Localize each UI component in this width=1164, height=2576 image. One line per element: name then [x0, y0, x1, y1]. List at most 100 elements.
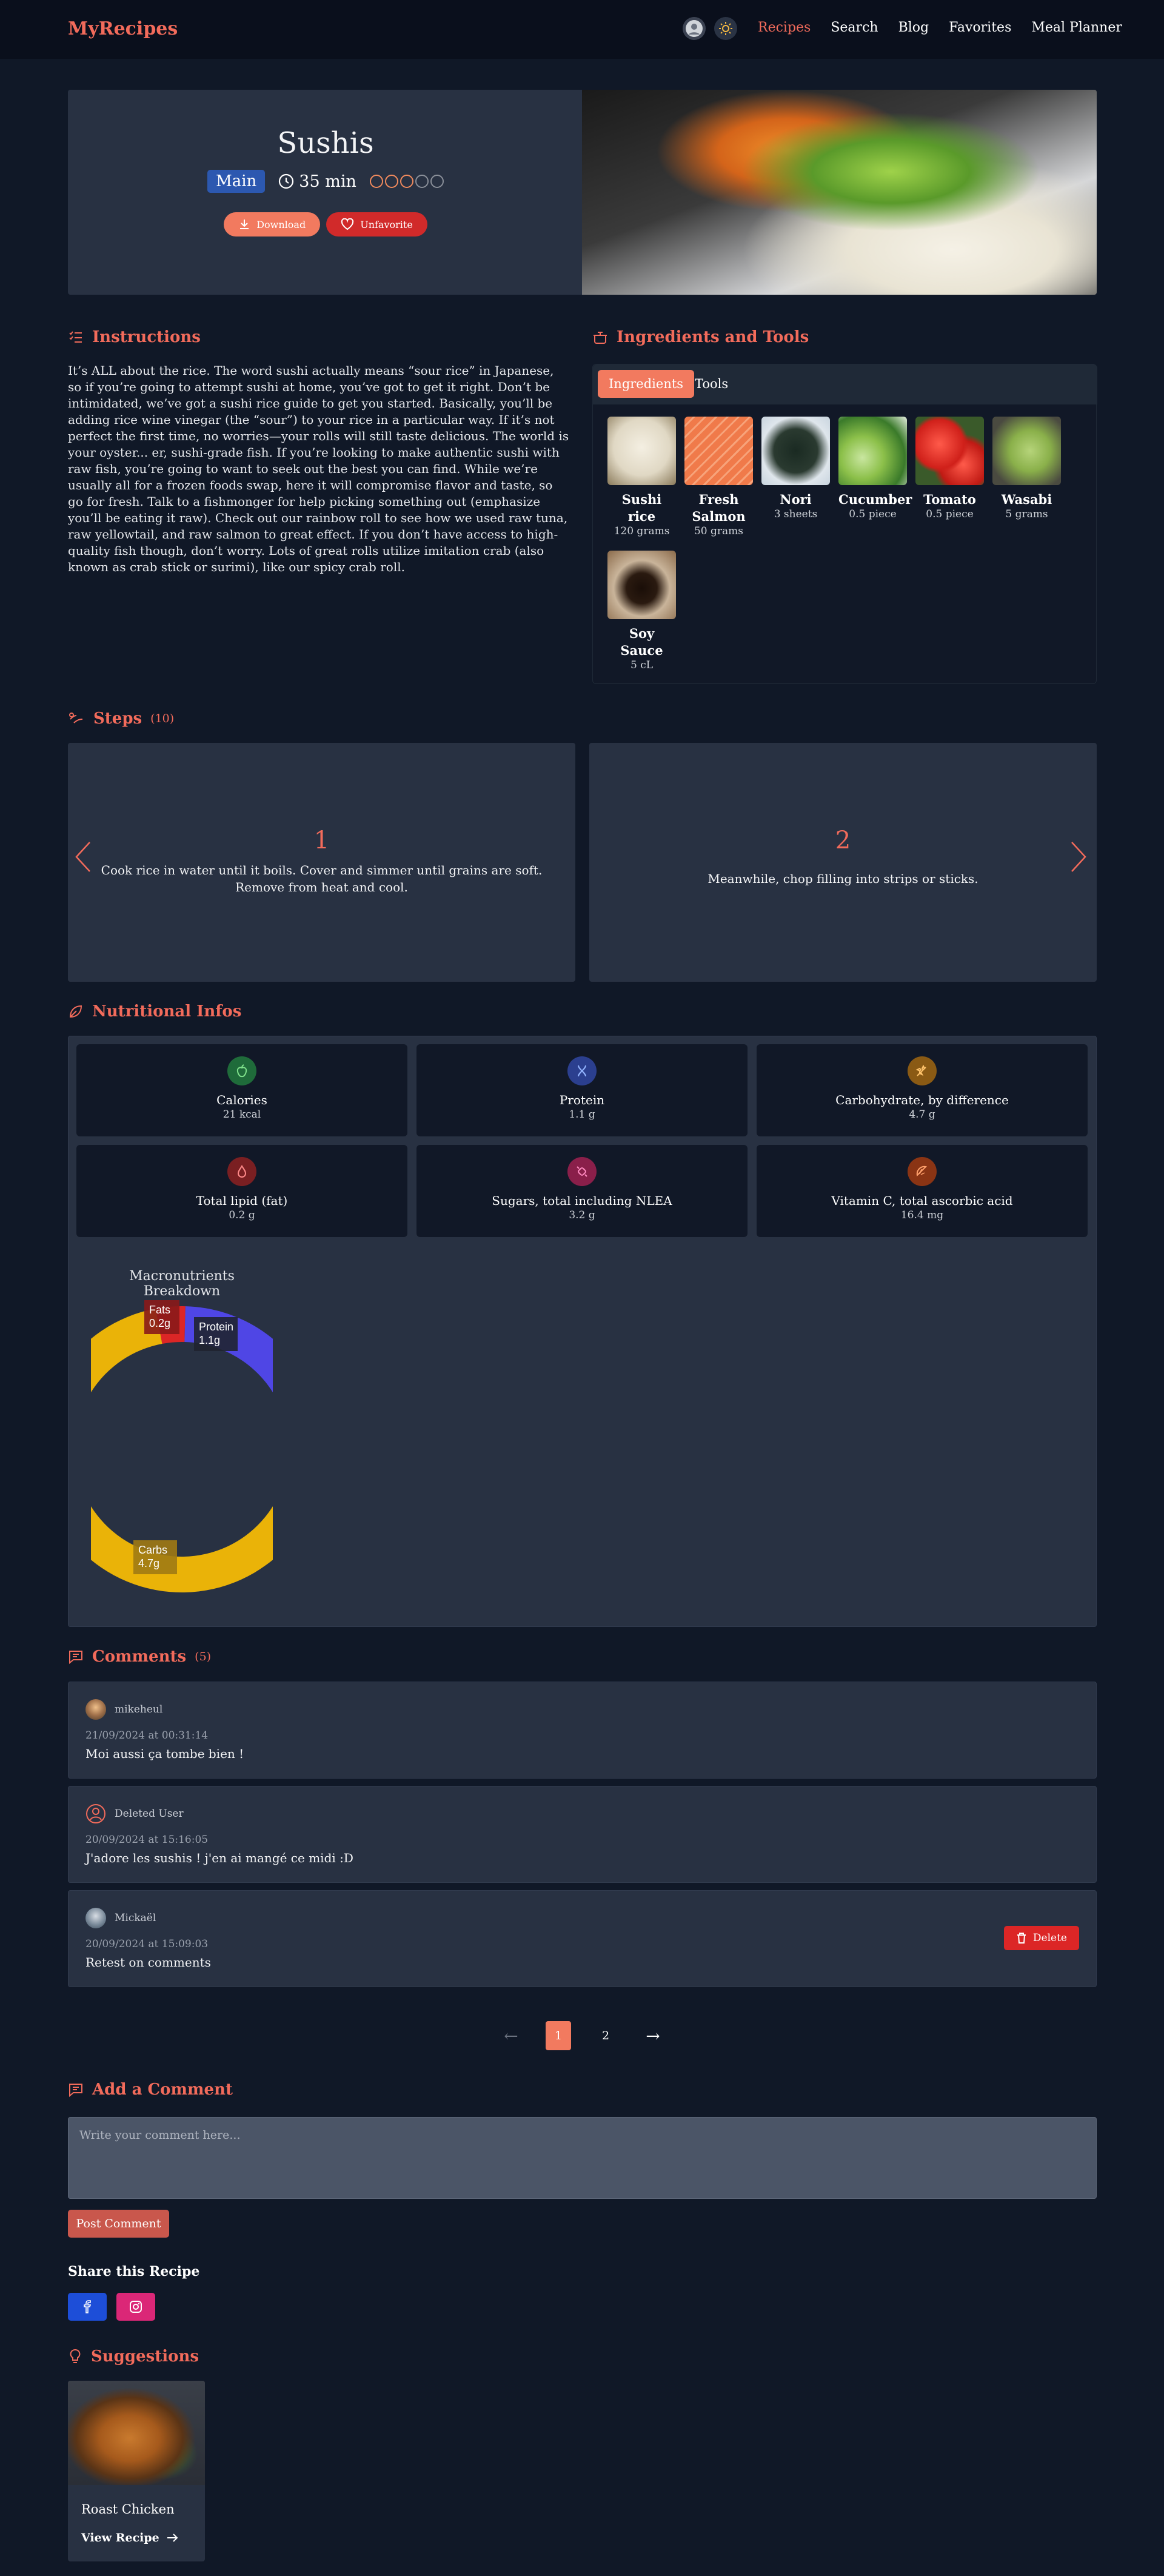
comment-text: Moi aussi ça tombe bien !: [85, 1746, 244, 1761]
lightbulb-icon: [70, 2349, 81, 2363]
comment-card: Mickaël 20/09/2024 at 15:09:03 Retest on…: [68, 1890, 1097, 1987]
nutrient-value: 16.4 mg: [900, 1209, 944, 1221]
carousel-next-button[interactable]: [1069, 840, 1088, 882]
ingredient-item: Fresh Salmon 50 grams: [684, 417, 753, 537]
difficulty-chef-hat-icon: [384, 175, 398, 188]
site-logo[interactable]: MyRecipes: [68, 18, 178, 39]
nutrient-card-sugars: Sugars, total including NLEA 3.2 g: [416, 1145, 748, 1237]
suggestion-image: [68, 2381, 205, 2485]
ingredient-item: Wasabi 5 grams: [992, 417, 1061, 537]
difficulty-chef-hat-icon: [430, 175, 444, 188]
ingredient-qty: 120 grams: [614, 525, 670, 537]
delete-label: Delete: [1032, 1932, 1067, 1944]
nav-link-blog[interactable]: Blog: [898, 20, 929, 35]
comment-date: 20/09/2024 at 15:16:05: [85, 1834, 209, 1846]
add-comment-heading-text: Add a Comment: [92, 2081, 233, 2099]
ingredient-name: Wasabi: [1001, 492, 1052, 507]
post-comment-button[interactable]: Post Comment: [68, 2210, 169, 2238]
apple-icon: [227, 1056, 256, 1085]
donut-data-label: Carbs: [138, 1544, 167, 1556]
tab-tools[interactable]: Tools: [684, 370, 739, 398]
comment-icon: [69, 1651, 82, 1665]
ingredients-tabs: Ingredients Tools: [593, 364, 1097, 404]
pagination-prev-button[interactable]: ←: [498, 2021, 524, 2050]
instagram-icon: [130, 2301, 142, 2313]
comment-icon: [69, 2084, 82, 2098]
nutrient-card-carbs: Carbohydrate, by difference 4.7 g: [757, 1044, 1088, 1136]
ingredient-item: Sushi rice 120 grams: [607, 417, 676, 537]
nav-link-search[interactable]: Search: [831, 20, 878, 35]
download-label: Download: [256, 218, 306, 230]
pagination-page-button[interactable]: 2: [593, 2021, 618, 2050]
comment-text: J'adore les sushis ! j'en ai mangé ce mi…: [85, 1851, 353, 1865]
ingredient-image: [684, 417, 753, 485]
deleted-user-icon: [86, 1804, 105, 1823]
facebook-icon: [84, 2300, 92, 2313]
nutrient-value: 3.2 g: [569, 1209, 595, 1221]
step-card: 1 Cook rice in water until it boils. Cov…: [68, 743, 575, 982]
nutrient-card-vitamin-c: Vitamin C, total ascorbic acid 16.4 mg: [757, 1145, 1088, 1237]
ingredient-item: Soy Sauce 5 cL: [607, 551, 676, 671]
instructions-heading-text: Instructions: [92, 328, 201, 346]
suggestion-card[interactable]: Roast Chicken View Recipe: [68, 2381, 205, 2561]
nav-link-meal-planner[interactable]: Meal Planner: [1031, 20, 1122, 35]
tab-ingredients[interactable]: Ingredients: [598, 370, 695, 398]
ingredient-image: [838, 417, 907, 485]
suggestion-name: Roast Chicken: [81, 2502, 175, 2517]
download-button[interactable]: Download: [224, 212, 321, 236]
comments-pagination: ← 1 2 →: [0, 2021, 1164, 2050]
top-navbar: MyRecipes Recipes Search Blog Favorites …: [0, 0, 1164, 59]
theme-toggle[interactable]: [714, 17, 737, 40]
macronutrients-donut-chart: Protein1.1g Carbs4.7g Fats0.2g: [91, 1300, 273, 1592]
nutrient-value: 21 kcal: [222, 1109, 261, 1121]
pagination-next-button[interactable]: →: [640, 2021, 666, 2050]
user-avatar-icon: [686, 20, 703, 37]
prep-time-value: 35 min: [299, 172, 356, 191]
donut-data-label: 4.7g: [138, 1557, 159, 1569]
nutrient-label: Calories: [216, 1093, 267, 1107]
leaf-icon: [69, 1005, 82, 1018]
steps-heading: Steps (10): [68, 709, 174, 728]
chart-title: Macronutrients Breakdown: [129, 1269, 235, 1299]
nutrient-value: 0.2 g: [229, 1209, 255, 1221]
nutrition-heading-text: Nutritional Infos: [92, 1002, 242, 1021]
nav-link-favorites[interactable]: Favorites: [949, 20, 1011, 35]
unfavorite-button[interactable]: Unfavorite: [326, 212, 427, 236]
avatar: [85, 1908, 106, 1928]
candy-icon: [567, 1157, 597, 1186]
share-instagram-button[interactable]: [116, 2293, 155, 2321]
ingredients-heading: Ingredients and Tools: [592, 328, 809, 346]
suggestions-heading-text: Suggestions: [91, 2347, 199, 2366]
chevron-right-icon: [1071, 842, 1086, 872]
ingredients-panel: Ingredients Tools Sushi rice 120 grams F…: [592, 364, 1097, 684]
ingredient-image: [992, 417, 1061, 485]
ingredient-image: [761, 417, 830, 485]
user-avatar[interactable]: [683, 17, 706, 40]
clock-icon: [279, 173, 294, 189]
arrow-right-icon: [167, 2534, 178, 2542]
view-recipe-link[interactable]: View Recipe: [81, 2531, 179, 2544]
sun-icon: [719, 22, 732, 35]
share-facebook-button[interactable]: [68, 2293, 107, 2321]
comment-input-wrapper: [68, 2117, 1097, 2199]
ingredient-qty: 50 grams: [694, 525, 744, 537]
pagination-page-button[interactable]: 1: [546, 2021, 571, 2050]
instructions-heading: Instructions: [68, 328, 201, 346]
carousel-prev-button[interactable]: [74, 840, 92, 882]
nutrition-heading: Nutritional Infos: [68, 1002, 241, 1021]
comment-input[interactable]: [69, 2118, 1096, 2198]
nutrient-value: 4.7 g: [909, 1109, 935, 1121]
share-heading: Share this Recipe: [68, 2264, 200, 2279]
difficulty-chef-hat-icon: [415, 175, 429, 188]
ingredient-qty: 0.5 piece: [926, 508, 974, 520]
step-text: Cook rice in water until it boils. Cover…: [101, 863, 543, 894]
delete-comment-button[interactable]: Delete: [1003, 1926, 1079, 1950]
instructions-text: It’s ALL about the rice. The word sushi …: [68, 363, 569, 574]
ingredient-image: [915, 417, 984, 485]
add-comment-heading: Add a Comment: [68, 2081, 233, 2099]
nav-link-recipes[interactable]: Recipes: [758, 20, 811, 35]
ingredient-item: Cucumber 0.5 piece: [838, 417, 912, 537]
ingredient-name: Sushi rice: [621, 492, 662, 524]
nutrient-label: Total lipid (fat): [196, 1193, 288, 1208]
step-number: 1: [313, 827, 330, 854]
